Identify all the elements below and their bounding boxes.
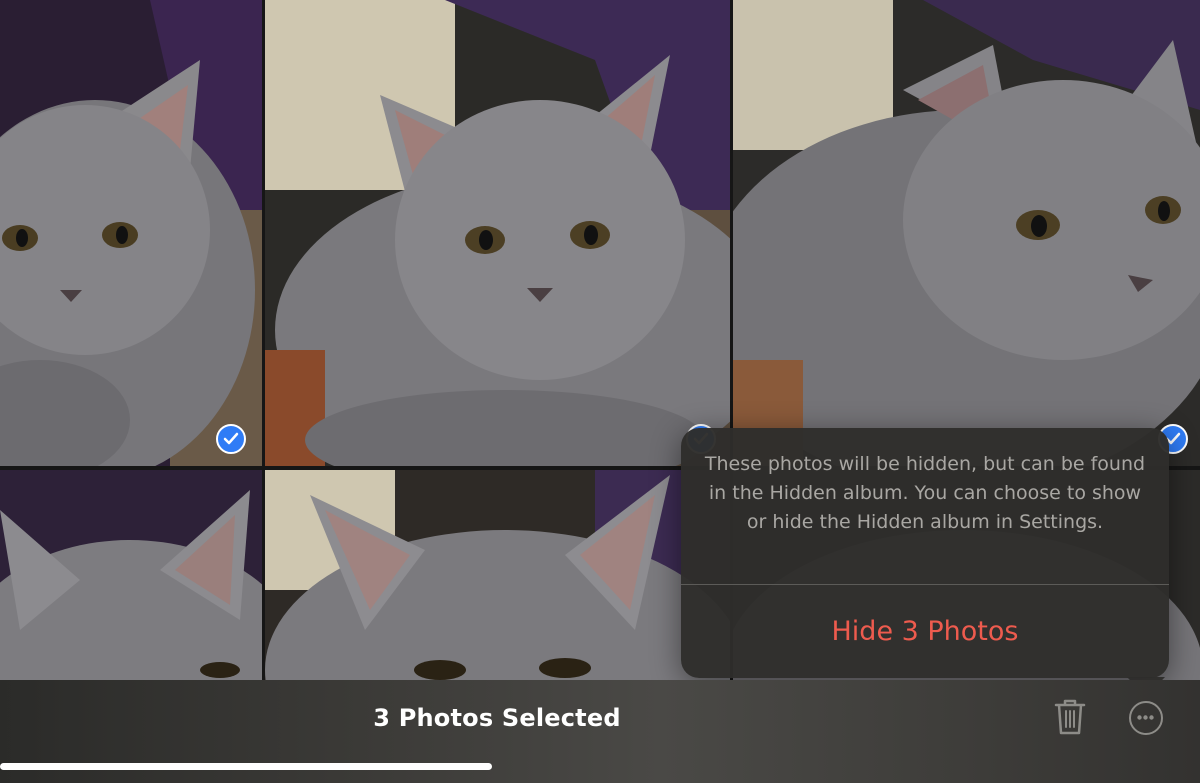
photo-thumbnail[interactable] (0, 470, 262, 680)
photo-thumbnail[interactable] (733, 0, 1200, 466)
popover-message: These photos will be hidden, but can be … (704, 453, 1146, 533)
hide-photos-popover: These photos will be hidden, but can be … (681, 428, 1169, 678)
hide-photos-button[interactable]: Hide 3 Photos (681, 585, 1169, 678)
photo-thumbnail[interactable] (265, 470, 730, 680)
bottom-toolbar: 3 Photos Selected (0, 680, 1200, 783)
photo-thumbnail[interactable] (0, 0, 262, 466)
home-indicator (0, 763, 492, 770)
selected-checkmark-icon[interactable] (216, 424, 246, 454)
photo-thumbnail[interactable] (265, 0, 730, 466)
ellipsis-circle-icon[interactable] (1129, 701, 1163, 735)
trash-icon[interactable] (1053, 698, 1087, 736)
selection-count-label: 3 Photos Selected (373, 704, 621, 732)
